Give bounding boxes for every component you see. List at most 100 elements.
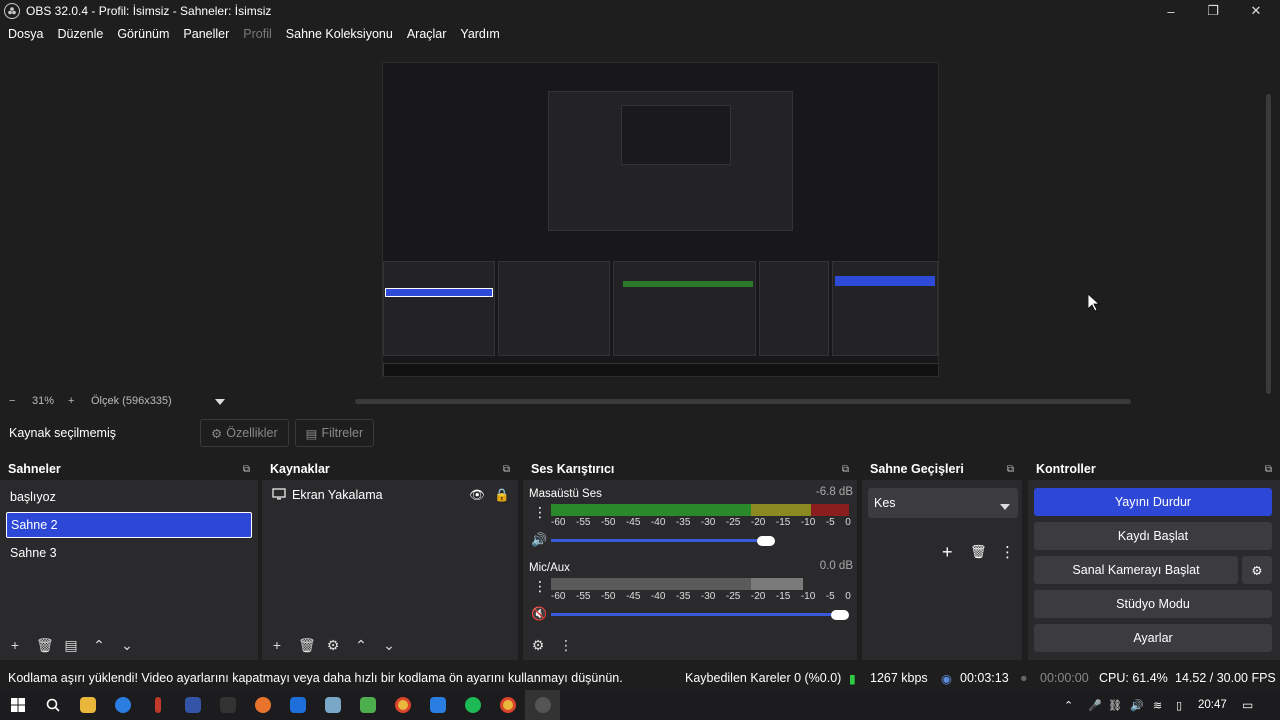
chevron-down-icon (1000, 499, 1010, 513)
preview-horizontal-scrollbar[interactable] (355, 399, 1131, 404)
maximize-button[interactable]: ❐ (1192, 0, 1234, 22)
undock-icon[interactable]: ⧉ (243, 464, 250, 475)
chevron-down-icon[interactable]: ⌄ (120, 637, 134, 654)
eye-icon[interactable]: 👁 (469, 488, 485, 503)
menu-docks[interactable]: Paneller (183, 27, 229, 41)
trash-icon[interactable]: 🗑 (970, 544, 987, 560)
app-icon[interactable] (315, 690, 350, 720)
trash-icon[interactable]: 🗑 (298, 637, 316, 654)
app-icon[interactable] (245, 690, 280, 720)
minimize-button[interactable]: – (1150, 0, 1192, 22)
network-icon[interactable]: ⛓ (1108, 699, 1122, 712)
gear-icon: ⚙ (211, 426, 223, 441)
filter-icon[interactable]: ▤ (64, 637, 78, 654)
controls-dock: Kontroller ⧉ Yayını Durdur Kaydı Başlat … (1028, 458, 1280, 660)
preview-vertical-scrollbar[interactable] (1265, 46, 1273, 394)
scene-item[interactable]: Sahne 3 (6, 540, 252, 566)
obs-taskbar-icon[interactable] (525, 690, 560, 720)
chrome-icon[interactable] (490, 690, 525, 720)
spotify-icon[interactable] (455, 690, 490, 720)
app-icon[interactable] (210, 690, 245, 720)
undock-icon[interactable]: ⧉ (1265, 464, 1272, 475)
tray-chevron-up-icon[interactable]: ⌃ (1064, 699, 1073, 712)
undock-icon[interactable]: ⧉ (1007, 464, 1014, 475)
undock-icon[interactable]: ⧉ (503, 464, 510, 475)
volume-slider-knob[interactable] (831, 610, 849, 620)
scene-item[interactable]: başlıyoz (6, 484, 252, 510)
scene-item-selected[interactable]: Sahne 2 (6, 512, 252, 538)
microphone-icon[interactable]: 🎤 (1088, 699, 1102, 712)
menu-help[interactable]: Yardım (460, 27, 499, 41)
clock[interactable]: 20:47 (1198, 699, 1227, 711)
chevron-up-icon[interactable]: ⌃ (354, 637, 368, 654)
preview-capture-image (382, 62, 939, 377)
menu-file[interactable]: Dosya (8, 27, 43, 41)
obs-logo-icon (4, 3, 20, 19)
cpu-usage: CPU: 61.4% (1099, 671, 1168, 685)
volume-slider[interactable] (551, 613, 841, 616)
lock-icon[interactable]: 🔒 (494, 488, 510, 503)
app-icon[interactable] (175, 690, 210, 720)
channel-name: Mic/Aux (529, 562, 570, 574)
windows-start-icon[interactable] (0, 690, 35, 720)
menu-scene-collection[interactable]: Sahne Koleksiyonu (286, 27, 393, 41)
source-name: Ekran Yakalama (292, 488, 383, 502)
add-icon[interactable]: + (942, 542, 953, 563)
menu-view[interactable]: Görünüm (117, 27, 169, 41)
more-icon[interactable]: ⋮ (533, 504, 547, 521)
vscode-icon[interactable] (420, 690, 455, 720)
source-item[interactable]: Ekran Yakalama 👁 🔒 (262, 482, 518, 508)
app-icon[interactable] (280, 690, 315, 720)
zoom-value: 31% (32, 395, 55, 407)
add-icon[interactable]: + (8, 637, 22, 653)
dropped-frames: Kaybedilen Kareler 0 (%0.0) (685, 671, 842, 685)
menu-tools[interactable]: Araçlar (407, 27, 447, 41)
battery-icon[interactable]: ▯ (1176, 699, 1182, 712)
virtual-camera-settings-button[interactable]: ⚙ (1242, 556, 1272, 584)
menu-edit[interactable]: Düzenle (57, 27, 103, 41)
sources-dock: Kaynaklar ⧉ Ekran Yakalama 👁 🔒 + 🗑 ⚙ ⌃ ⌄ (262, 458, 518, 660)
wifi-icon[interactable]: ≋ (1153, 699, 1162, 712)
volume-slider[interactable] (551, 539, 765, 542)
muted-speaker-icon[interactable]: 🔇 (531, 606, 547, 622)
undock-icon[interactable]: ⧉ (842, 464, 849, 475)
start-recording-button[interactable]: Kaydı Başlat (1034, 522, 1272, 550)
sources-header: Kaynaklar ⧉ (262, 458, 518, 480)
sources-toolbar: + 🗑 ⚙ ⌃ ⌄ (262, 630, 518, 660)
volume-slider-knob[interactable] (757, 536, 775, 546)
zoom-out-button[interactable]: − (9, 395, 15, 407)
gear-icon[interactable]: ⚙ (326, 637, 340, 654)
chrome-icon[interactable] (385, 690, 420, 720)
transition-select[interactable]: Kes (868, 488, 1018, 518)
scale-dropdown-icon[interactable] (215, 396, 225, 408)
speaker-icon[interactable]: 🔊 (531, 532, 547, 548)
sources-title: Kaynaklar (270, 462, 330, 476)
stop-streaming-button[interactable]: Yayını Durdur (1034, 488, 1272, 516)
filters-button[interactable]: ▤ Filtreler (294, 419, 375, 447)
properties-button[interactable]: ⚙ Özellikler (200, 419, 289, 447)
start-virtual-camera-button[interactable]: Sanal Kamerayı Başlat (1034, 556, 1238, 584)
gear-icon[interactable]: ⚙ (531, 637, 545, 654)
more-icon[interactable]: ⋮ (1000, 543, 1015, 561)
close-button[interactable]: ✕ (1235, 0, 1277, 22)
search-icon[interactable] (35, 690, 70, 720)
browser-icon[interactable] (105, 690, 140, 720)
trash-icon[interactable]: 🗑 (36, 637, 54, 654)
studio-mode-button[interactable]: Stüdyo Modu (1034, 590, 1272, 618)
chevron-down-icon[interactable]: ⌄ (382, 637, 396, 654)
more-icon[interactable]: ⋮ (533, 578, 547, 595)
scenes-title: Sahneler (8, 462, 61, 476)
zoom-in-button[interactable]: + (68, 395, 74, 407)
app-icon[interactable] (140, 690, 175, 720)
app-icon[interactable] (350, 690, 385, 720)
add-icon[interactable]: + (270, 637, 284, 653)
scenes-header: Sahneler ⧉ (0, 458, 258, 480)
volume-icon[interactable]: 🔊 (1130, 699, 1144, 712)
notification-icon[interactable]: ▭ (1242, 698, 1253, 712)
file-explorer-icon[interactable] (70, 690, 105, 720)
scrollbar-thumb[interactable] (1266, 94, 1271, 394)
more-icon[interactable]: ⋮ (559, 637, 573, 654)
scale-label: Ölçek (596x335) (91, 395, 172, 407)
chevron-up-icon[interactable]: ⌃ (92, 637, 106, 654)
settings-button[interactable]: Ayarlar (1034, 624, 1272, 652)
